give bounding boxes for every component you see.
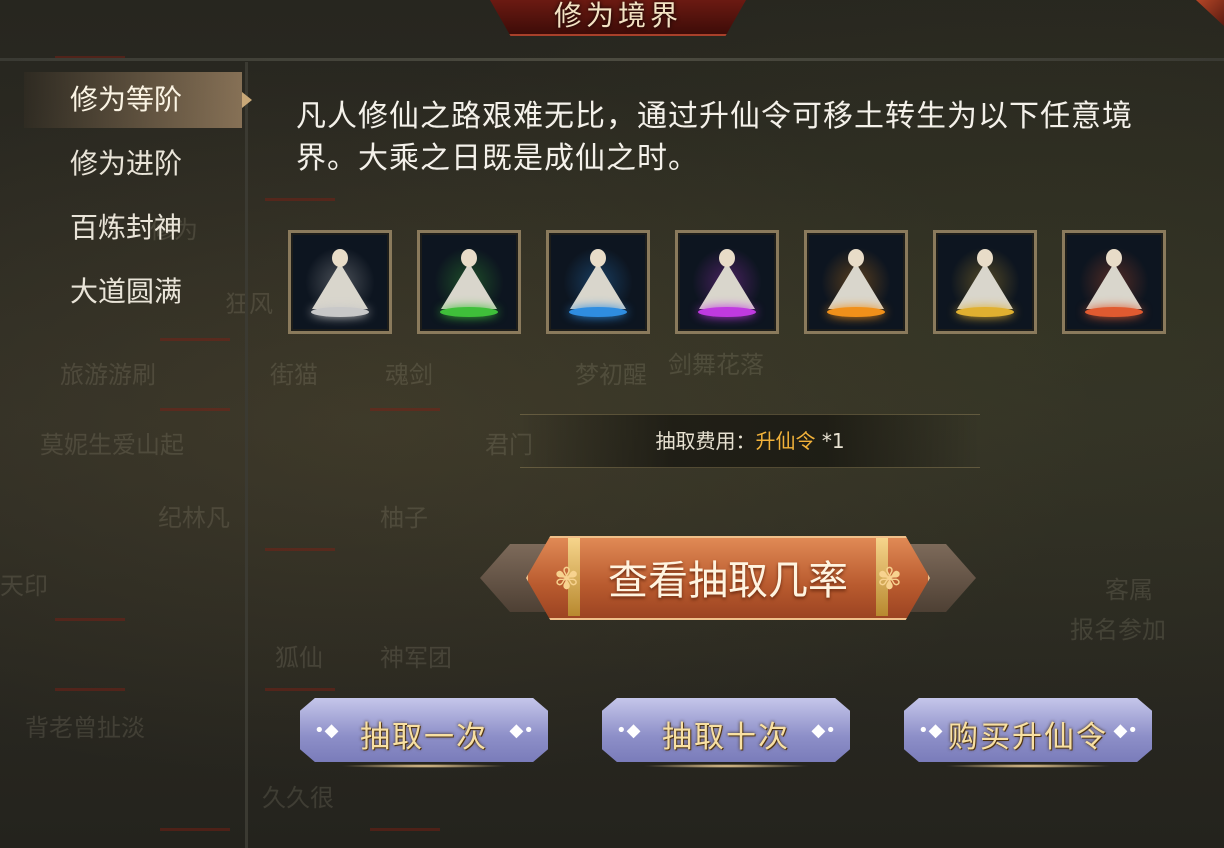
- meditating-figure: [828, 263, 884, 309]
- sidebar-item-cultivation-advance[interactable]: 修为进阶: [24, 136, 242, 192]
- cost-bar: 抽取费用：升仙令 *1: [520, 414, 980, 468]
- button-glow: [944, 764, 1112, 768]
- aura-base: [569, 307, 627, 317]
- draw-ten-label: 抽取十次: [662, 720, 790, 755]
- bg-decor-line: [265, 688, 335, 691]
- button-glow: [642, 764, 810, 768]
- figure-head: [848, 249, 864, 267]
- sidebar-item-label: 百炼封神: [70, 211, 183, 244]
- figure-head: [590, 249, 606, 267]
- figure-head: [719, 249, 735, 267]
- bg-decor-line: [160, 828, 230, 831]
- bg-text: 剑舞花落: [668, 351, 764, 379]
- sidebar-item-label: 修为进阶: [70, 147, 183, 180]
- bg-text: 背老曾扯淡: [25, 714, 145, 742]
- bg-decor-line: [370, 408, 440, 411]
- blue-realm-avatar-icon[interactable]: [546, 230, 650, 334]
- active-arrow-icon: [242, 92, 252, 108]
- meditating-figure: [441, 263, 497, 309]
- bg-text: 纪林凡: [158, 504, 230, 532]
- bg-decor-line: [55, 618, 125, 621]
- draw-ten-button[interactable]: •◆ ◆• 抽取十次: [602, 698, 850, 768]
- aura-base: [1085, 307, 1143, 317]
- bg-decor-line: [370, 828, 440, 831]
- green-realm-avatar-icon[interactable]: [417, 230, 521, 334]
- draw-once-button[interactable]: •◆ ◆• 抽取一次: [300, 698, 548, 768]
- meditating-figure: [957, 263, 1013, 309]
- aura-base: [698, 307, 756, 317]
- buy-token-label: 购买升仙令: [948, 720, 1108, 755]
- bg-text: 久久很: [262, 784, 334, 812]
- red-realm-avatar-icon[interactable]: [1062, 230, 1166, 334]
- gold-blue-realm-avatar-icon[interactable]: [933, 230, 1037, 334]
- figure-head: [332, 249, 348, 267]
- panel-top-border: [0, 58, 1224, 61]
- description-text: 凡人修仙之路艰难无比，通过升仙令可移土转生为以下任意境界。大乘之日既是成仙之时。: [296, 99, 1133, 176]
- meditating-figure: [570, 263, 626, 309]
- aura-base: [956, 307, 1014, 317]
- title-banner: 修为境界: [490, 0, 746, 36]
- window-title: 修为境界: [553, 0, 682, 32]
- bg-text: 街猫: [270, 361, 318, 389]
- bg-decor-line: [265, 198, 335, 201]
- button-glow: [340, 764, 508, 768]
- cost-label: 抽取费用：: [655, 429, 756, 453]
- meditating-figure: [312, 263, 368, 309]
- bg-text: 魂剑: [385, 361, 433, 389]
- aura-base: [311, 307, 369, 317]
- sidebar-divider: [245, 62, 248, 848]
- sidebar-item-deification[interactable]: 百炼封神: [24, 200, 242, 256]
- realm-avatar-row: [288, 230, 1178, 340]
- figure-head: [1106, 249, 1122, 267]
- bg-decor-line: [55, 688, 125, 691]
- bg-decor-line: [265, 548, 335, 551]
- bg-text: 天印: [0, 572, 48, 600]
- bg-text: 神军团: [380, 644, 452, 672]
- bg-text: 狐仙: [275, 644, 323, 672]
- white-realm-avatar-icon[interactable]: [288, 230, 392, 334]
- sidebar-item-completion[interactable]: 大道圆满: [24, 264, 242, 320]
- view-probability-button[interactable]: ✾ ✾ 查看抽取几率: [480, 536, 976, 620]
- bg-text: 旅游游刷: [60, 361, 156, 389]
- bg-decor-line: [160, 338, 230, 341]
- purple-realm-avatar-icon[interactable]: [675, 230, 779, 334]
- sidebar-item-label: 修为等阶: [70, 83, 183, 116]
- meditating-figure: [1086, 263, 1142, 309]
- bg-text: 柚子: [380, 504, 428, 532]
- draw-once-label: 抽取一次: [360, 720, 488, 755]
- sidebar-item-label: 大道圆满: [70, 275, 183, 308]
- cost-item-name: 升仙令: [755, 429, 816, 453]
- orange-realm-avatar-icon[interactable]: [804, 230, 908, 334]
- sidebar-item-cultivation-rank[interactable]: 修为等阶: [24, 72, 252, 128]
- figure-head: [977, 249, 993, 267]
- figure-head: [461, 249, 477, 267]
- bg-text: 客属: [1105, 576, 1153, 604]
- aura-base: [827, 307, 885, 317]
- buy-token-button[interactable]: •◆ ◆• 购买升仙令: [904, 698, 1152, 768]
- aura-base: [440, 307, 498, 317]
- bg-text: 梦初醒: [575, 361, 647, 389]
- cost-quantity: *1: [821, 429, 845, 453]
- meditating-figure: [699, 263, 755, 309]
- view-probability-label: 查看抽取几率: [608, 558, 848, 604]
- bg-decor-line: [160, 408, 230, 411]
- bg-text: 报名参加: [1070, 616, 1166, 644]
- bg-text: 莫妮生爱山起: [40, 431, 184, 459]
